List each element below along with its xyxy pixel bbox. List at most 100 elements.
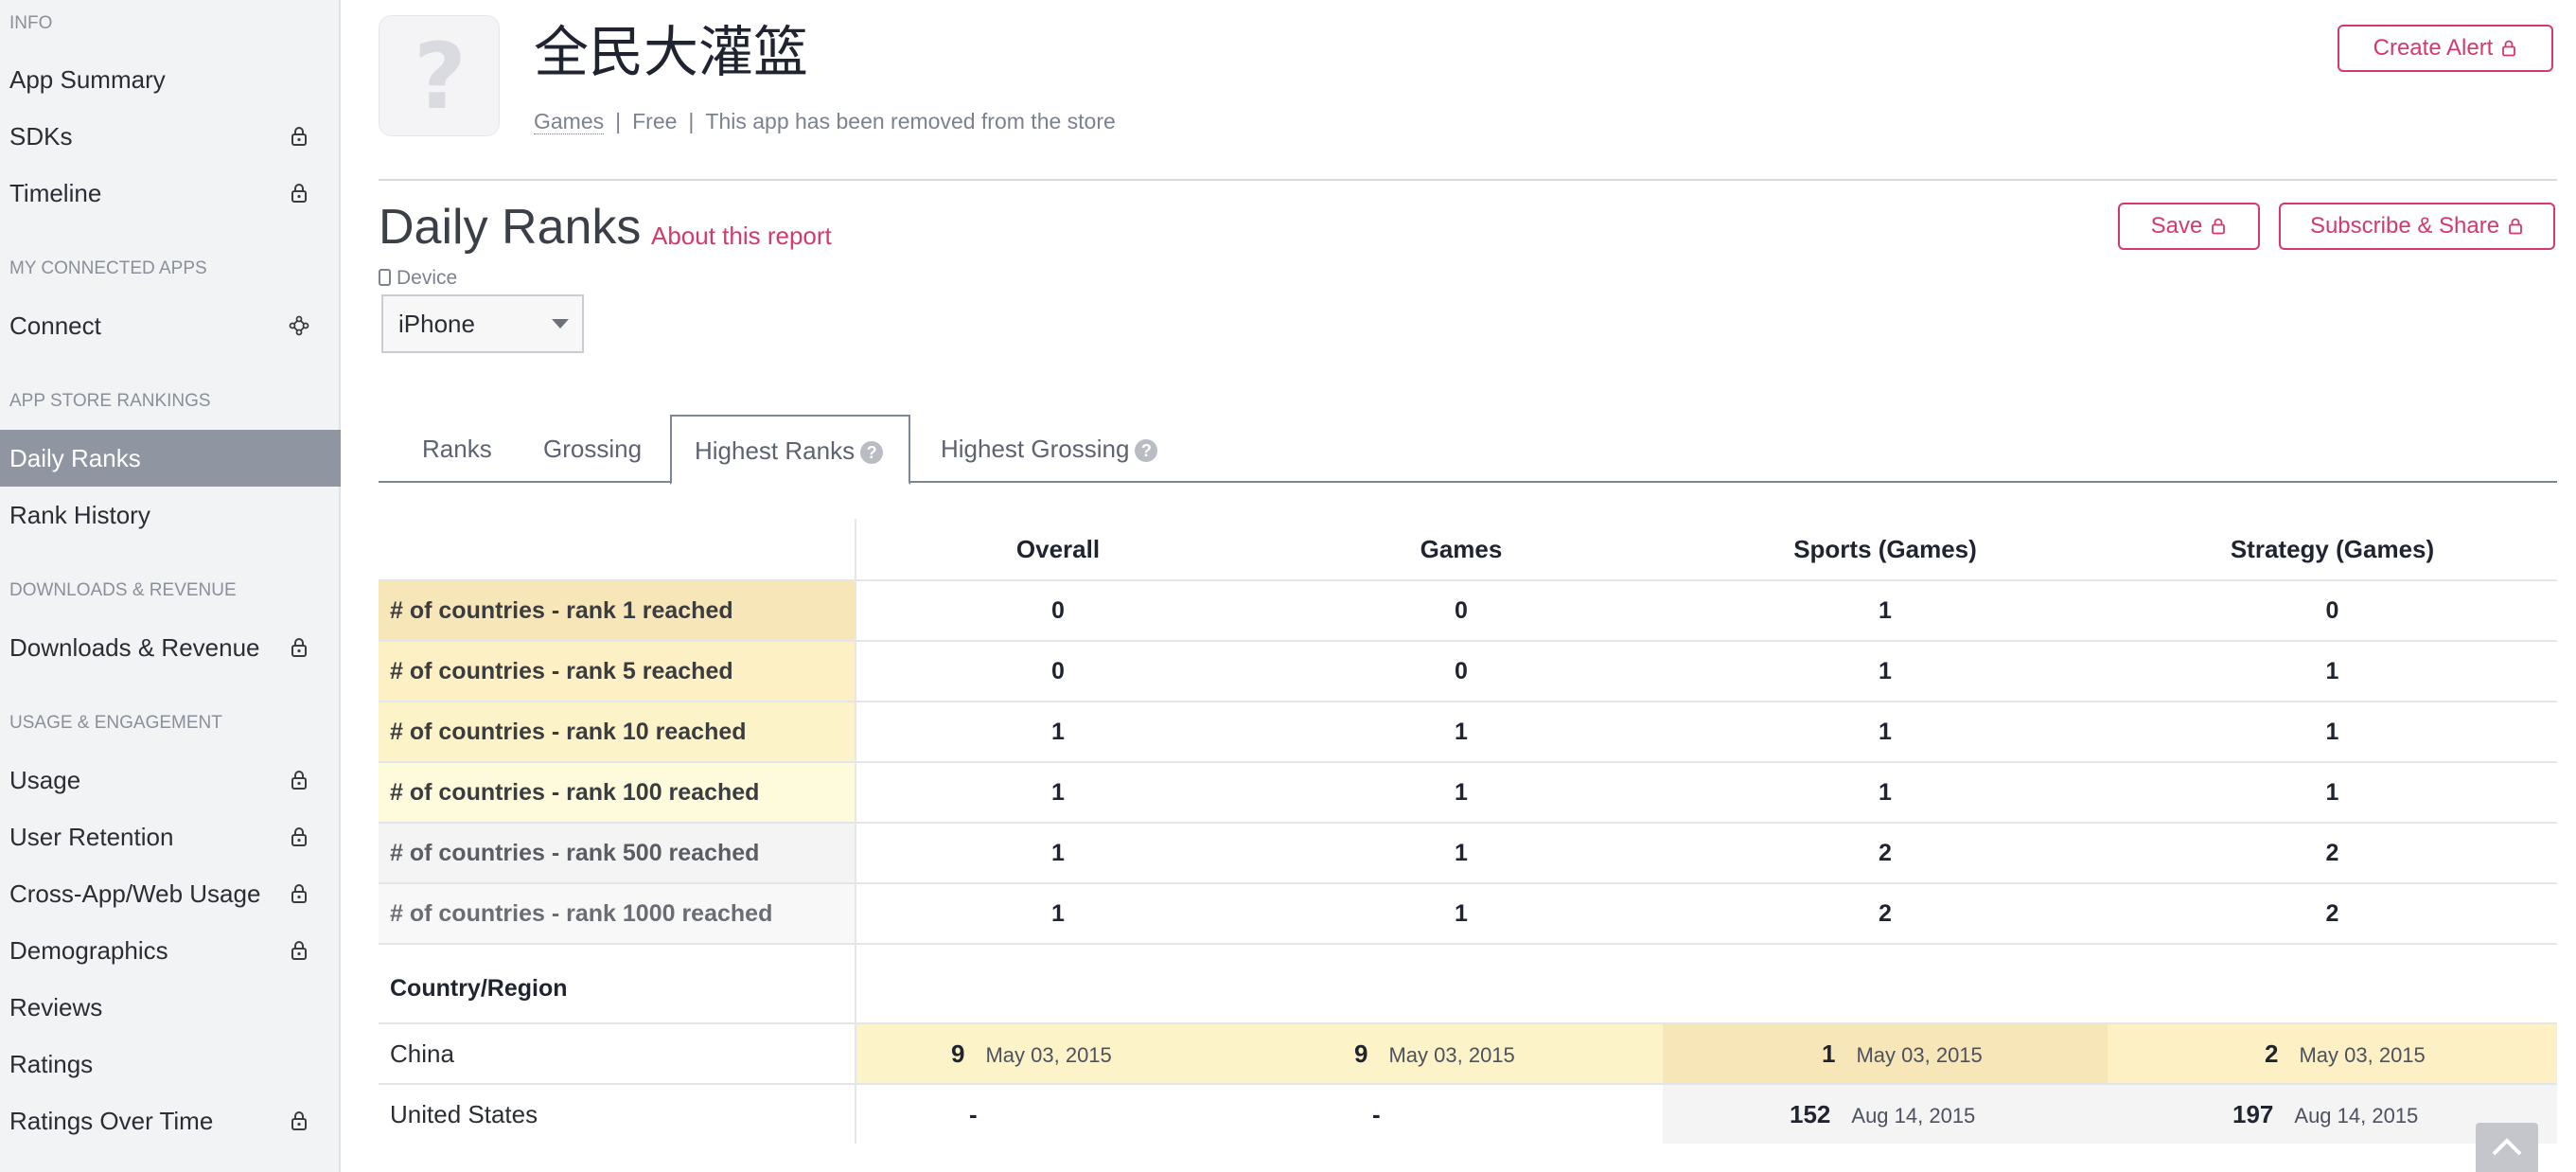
device-select[interactable]: iPhone <box>381 294 584 353</box>
row-value: 0 <box>1051 658 1065 684</box>
sidebar-item-label: Connect <box>9 311 101 340</box>
sidebar-item-downloads-revenue[interactable]: Downloads & Revenue <box>0 619 341 676</box>
sidebar: INFO App Summary SDKs Timeline MY CONNEC… <box>0 0 341 1172</box>
sidebar-item-label: SDKs <box>9 122 73 151</box>
table-row: United States - - 152 Aug 14, 2015 197 Aug… <box>379 1083 2557 1144</box>
subscribe-share-button[interactable]: Subscribe & Share <box>2279 203 2555 250</box>
lock-icon <box>289 940 309 961</box>
rank-cell: 1 May 03, 2015 <box>1663 1024 2108 1083</box>
row-value: 1 <box>1879 779 1892 806</box>
country-name: United States <box>390 1100 538 1128</box>
sidebar-item-timeline[interactable]: Timeline <box>0 165 341 222</box>
app-category-link[interactable]: Games <box>534 109 605 134</box>
lock-icon <box>2507 218 2524 235</box>
sidebar-item-label: Ratings Over Time <box>9 1107 214 1135</box>
tab-label: Highest Grossing <box>941 435 1130 463</box>
tab-label: Ranks <box>422 435 492 463</box>
sidebar-item-label: Rank History <box>9 501 150 529</box>
help-icon[interactable]: ? <box>1135 439 1158 462</box>
chevron-up-icon <box>2492 1138 2522 1156</box>
sidebar-item-label: Downloads & Revenue <box>9 633 260 662</box>
country-region-header: Country/Region <box>390 975 568 1002</box>
sidebar-item-label: Cross-App/Web Usage <box>9 879 261 908</box>
meta-separator: | <box>688 109 695 133</box>
chevron-down-icon <box>552 319 569 329</box>
app-title: 全民大灌篮 <box>534 20 809 84</box>
meta-separator: | <box>615 109 622 133</box>
app-status: This app has been removed from the store <box>705 109 1116 133</box>
lock-icon <box>2500 40 2517 57</box>
tab-highest-grossing[interactable]: Highest Grossing? <box>941 415 1158 483</box>
rank-cell: - <box>856 1085 1260 1144</box>
sidebar-item-label: Usage <box>9 766 81 794</box>
help-icon[interactable]: ? <box>860 441 884 464</box>
row-value: 2 <box>2325 900 2339 927</box>
sidebar-item-label: App Summary <box>9 65 166 94</box>
rank-date: May 03, 2015 <box>1856 1043 1983 1067</box>
about-report-link[interactable]: About this report <box>651 222 832 251</box>
sidebar-item-reviews[interactable]: Reviews <box>0 979 341 1036</box>
report-tabs: Ranks Grossing Highest Ranks? Highest Gr… <box>379 415 2557 485</box>
main-content: ? 全民大灌篮 Games | Free | This app has been rem… <box>379 0 2557 1172</box>
table-row: # of countries - rank 1000 reached 1 1 2… <box>379 882 2557 943</box>
save-button[interactable]: Save <box>2118 203 2260 250</box>
row-label: # of countries - rank 100 reached <box>379 763 856 822</box>
rank-cell: 9 May 03, 2015 <box>1260 1024 1663 1083</box>
sidebar-item-sdks[interactable]: SDKs <box>0 108 341 165</box>
table-row: # of countries - rank 500 reached 1 1 2 … <box>379 822 2557 882</box>
row-value: 1 <box>1051 719 1065 745</box>
row-value: 2 <box>1879 900 1892 927</box>
sidebar-item-user-retention[interactable]: User Retention <box>0 808 341 865</box>
row-value: 1 <box>1455 900 1468 927</box>
tab-highest-ranks[interactable]: Highest Ranks? <box>670 415 910 485</box>
column-divider <box>855 519 856 1144</box>
lock-icon <box>289 826 309 847</box>
sidebar-item-ratings[interactable]: Ratings <box>0 1036 341 1092</box>
sidebar-section-connected: MY CONNECTED APPS <box>9 258 207 278</box>
report-title: Daily Ranks <box>379 200 642 255</box>
sidebar-item-app-summary[interactable]: App Summary <box>0 51 341 108</box>
rank-value: 2 <box>2265 1039 2279 1068</box>
rank-value: 197 <box>2232 1100 2274 1128</box>
app-icon: ? <box>379 15 500 136</box>
rank-value: 9 <box>1354 1039 1368 1068</box>
app-icon-placeholder: ? <box>414 24 467 130</box>
table-row: # of countries - rank 1 reached 0 0 1 0 <box>379 579 2557 640</box>
sidebar-item-ratings-over-time[interactable]: Ratings Over Time <box>0 1092 341 1149</box>
scroll-to-top-button[interactable] <box>2476 1123 2538 1172</box>
sidebar-item-demographics[interactable]: Demographics <box>0 922 341 979</box>
rank-cell: 9 May 03, 2015 <box>856 1024 1260 1083</box>
sidebar-item-daily-ranks[interactable]: Daily Ranks <box>0 430 341 487</box>
sidebar-item-usage[interactable]: Usage <box>0 752 341 808</box>
row-value: 1 <box>1879 597 1892 624</box>
table-row: China 9 May 03, 2015 9 May 03, 2015 1 May 0… <box>379 1022 2557 1083</box>
sidebar-section-info: INFO <box>9 13 53 33</box>
sidebar-section-usage: USAGE & ENGAGEMENT <box>9 713 222 733</box>
device-select-value: iPhone <box>398 310 475 338</box>
sidebar-item-label: Demographics <box>9 936 168 965</box>
row-value: 1 <box>1051 900 1065 927</box>
table-row: # of countries - rank 10 reached 1 1 1 1 <box>379 701 2557 761</box>
tab-grossing[interactable]: Grossing <box>543 415 642 483</box>
tab-label: Highest Ranks <box>695 436 856 465</box>
tab-ranks[interactable]: Ranks <box>422 415 492 483</box>
lock-icon <box>289 883 309 904</box>
row-value: 1 <box>2325 719 2339 745</box>
rank-value: 1 <box>1822 1039 1836 1068</box>
rank-cell: - <box>1260 1085 1663 1144</box>
sidebar-item-rank-history[interactable]: Rank History <box>0 487 341 543</box>
sidebar-item-label: User Retention <box>9 823 174 851</box>
row-value: 1 <box>1051 779 1065 806</box>
row-value: 2 <box>1879 840 1892 866</box>
row-value: 1 <box>1455 779 1468 806</box>
sidebar-item-cross-app[interactable]: Cross-App/Web Usage <box>0 865 341 922</box>
create-alert-label: Create Alert <box>2373 35 2494 61</box>
sidebar-item-connect[interactable]: Connect <box>0 297 341 354</box>
subscribe-share-label: Subscribe & Share <box>2309 213 2500 239</box>
row-value: 2 <box>2325 840 2339 866</box>
row-value: 1 <box>2325 658 2339 684</box>
create-alert-button[interactable]: Create Alert <box>2338 25 2553 72</box>
rank-date: Aug 14, 2015 <box>1851 1104 1976 1128</box>
row-value: 1 <box>1879 658 1892 684</box>
lock-icon <box>289 770 309 790</box>
